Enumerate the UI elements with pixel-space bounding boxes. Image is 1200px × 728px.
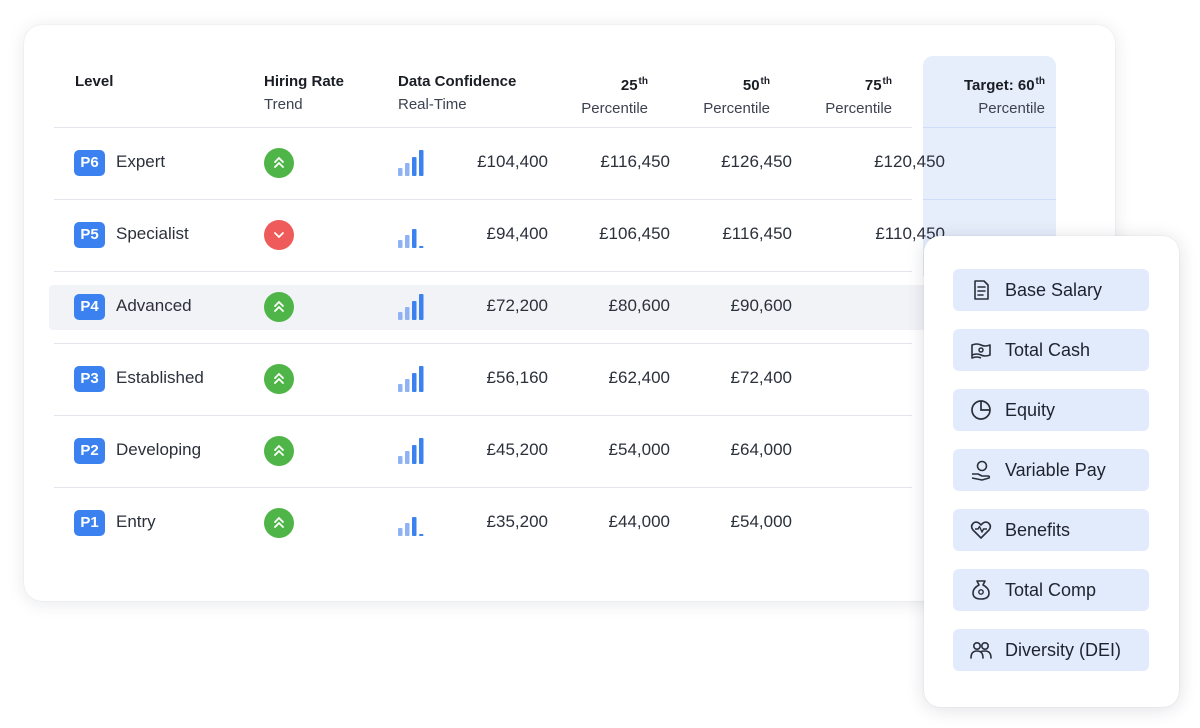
header-p75-sub: Percentile — [825, 100, 892, 117]
header-hiring-sub: Trend — [264, 96, 303, 113]
level-label: Specialist — [116, 224, 189, 243]
metric-option-diversity-dei[interactable]: Diversity (DEI) — [953, 629, 1149, 671]
cell-p50: £44,000 — [608, 512, 670, 531]
metric-option-benefits[interactable]: Benefits — [953, 509, 1149, 551]
header-p75-num: 75 — [864, 77, 882, 94]
metric-option-equity[interactable]: Equity — [953, 389, 1149, 431]
metric-option-variable-pay[interactable]: Variable Pay — [953, 449, 1149, 491]
trend-up-icon — [264, 508, 294, 538]
total-comp-icon — [969, 578, 993, 602]
cell-p50: £106,450 — [599, 224, 670, 243]
signal-strength-icon — [396, 292, 430, 327]
variable-pay-icon — [969, 458, 993, 482]
header-conf-sub: Real-Time — [398, 96, 467, 113]
level-label: Established — [116, 368, 204, 387]
cell-p25: £94,400 — [486, 224, 548, 243]
level-badge: P3 — [74, 366, 105, 392]
signal-strength-icon — [396, 148, 430, 183]
row-divider — [54, 199, 912, 200]
cell-target: £120,450 — [874, 152, 945, 171]
cell-p75: £54,000 — [730, 512, 792, 531]
header-target-title: Target: 60 — [963, 77, 1035, 94]
signal-strength-icon — [396, 364, 430, 399]
cell-p25: £104,400 — [477, 152, 548, 171]
level-badge: P1 — [74, 510, 105, 536]
level-badge: P6 — [74, 150, 105, 176]
row-divider — [54, 487, 912, 488]
trend-up-icon — [264, 364, 294, 394]
header-level-label: Level — [75, 73, 114, 90]
cell-p25: £72,200 — [486, 296, 548, 315]
metric-option-label: Diversity (DEI) — [1005, 640, 1121, 660]
table-row[interactable]: P6 Expert £104,400 £116,450 £126,450 £120,450 — [0, 143, 1100, 183]
metric-option-label: Benefits — [1005, 520, 1071, 540]
cell-p75: £116,450 — [722, 224, 792, 243]
equity-icon — [969, 398, 993, 422]
header-level: Level — [75, 70, 113, 93]
row-divider — [54, 415, 912, 416]
header-target-sub: Percentile — [978, 100, 1045, 117]
cell-p75: £72,400 — [730, 368, 792, 387]
row-divider-target — [923, 199, 1056, 200]
row-divider — [54, 127, 912, 128]
trend-down-icon — [264, 220, 294, 250]
header-hiring-rate: Hiring Rate Trend — [264, 70, 344, 116]
header-p50-sub: Percentile — [703, 100, 770, 117]
trend-up-icon — [264, 292, 294, 322]
header-data-confidence: Data Confidence Real-Time — [398, 70, 516, 116]
header-p50-num: 50 — [742, 77, 760, 94]
header-p25: 25th Percentile — [581, 70, 648, 120]
metric-option-total-cash[interactable]: Total Cash — [953, 329, 1149, 371]
metric-option-label: Variable Pay — [1005, 460, 1106, 480]
cell-p50: £80,600 — [608, 296, 670, 315]
header-conf-title: Data Confidence — [398, 73, 517, 90]
benefits-icon — [969, 518, 993, 542]
level-label: Expert — [116, 152, 166, 171]
metric-option-label: Base Salary — [1005, 280, 1103, 300]
cell-p25: £56,160 — [486, 368, 548, 387]
trend-up-icon — [264, 148, 294, 178]
header-p75-sup: th — [882, 76, 892, 87]
level-badge: P5 — [74, 222, 105, 248]
header-p25-sub: Percentile — [581, 100, 648, 117]
header-target-sup: th — [1035, 76, 1045, 87]
metric-option-label: Total Cash — [1005, 340, 1091, 360]
header-p25-num: 25 — [620, 77, 638, 94]
level-label: Advanced — [116, 296, 192, 315]
cell-p50: £62,400 — [608, 368, 670, 387]
metric-option-label: Total Comp — [1005, 580, 1097, 600]
cell-p25: £45,200 — [486, 440, 548, 459]
base-salary-icon — [969, 278, 993, 302]
cell-p50: £116,450 — [600, 152, 670, 171]
header-p25-sup: th — [638, 76, 648, 87]
header-p50: 50th Percentile — [703, 70, 770, 120]
header-hiring-title: Hiring Rate — [264, 73, 345, 90]
cell-p75: £90,600 — [730, 296, 792, 315]
header-p75: 75th Percentile — [825, 70, 892, 120]
signal-strength-icon — [396, 508, 430, 543]
cell-p75: £64,000 — [730, 440, 792, 459]
signal-strength-icon — [396, 220, 430, 255]
metric-selector-panel: Base Salary Total Cash Equity Variable Pay B… — [924, 236, 1179, 707]
cell-p50: £54,000 — [608, 440, 670, 459]
cell-p75: £126,450 — [721, 152, 792, 171]
metric-option-label: Equity — [1005, 400, 1056, 420]
header-target: Target: 60th Percentile — [964, 70, 1045, 120]
metric-option-base-salary[interactable]: Base Salary — [953, 269, 1149, 311]
row-divider — [54, 343, 912, 344]
level-badge: P2 — [74, 438, 105, 464]
level-label: Developing — [116, 440, 202, 459]
diversity-icon — [969, 638, 993, 662]
row-divider-target — [923, 127, 1056, 128]
level-badge: P4 — [74, 294, 105, 320]
total-cash-icon — [969, 338, 993, 362]
signal-strength-icon — [396, 436, 430, 471]
row-divider — [54, 271, 912, 272]
trend-up-icon — [264, 436, 294, 466]
level-label: Entry — [116, 512, 156, 531]
cell-p25: £35,200 — [486, 512, 548, 531]
header-p50-sup: th — [760, 76, 770, 87]
metric-option-total-comp[interactable]: Total Comp — [953, 569, 1149, 611]
